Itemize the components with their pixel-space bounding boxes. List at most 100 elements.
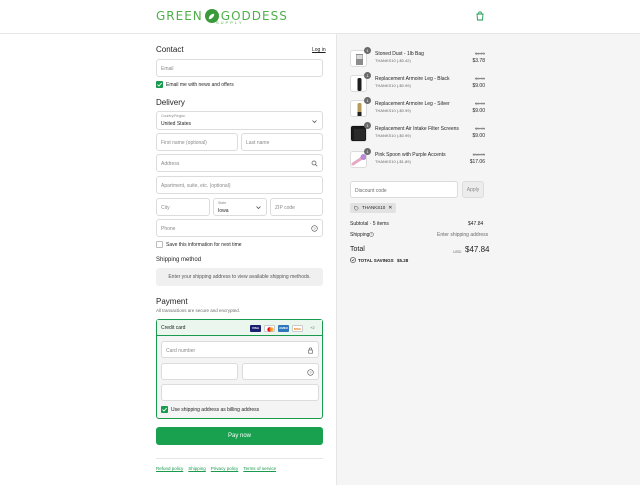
svg-text:?: ? bbox=[309, 370, 312, 375]
last-name-placeholder: Last name bbox=[246, 140, 270, 146]
chevron-down-icon bbox=[312, 120, 317, 124]
discount-code-text: THANKS10 bbox=[362, 205, 386, 210]
discount-code-input[interactable]: Discount code bbox=[350, 181, 458, 198]
shipping-policy-link[interactable]: Shipping bbox=[188, 466, 206, 471]
credit-card-panel: Credit card VISA AMEX DISC +2 Card numbe… bbox=[156, 319, 323, 419]
product-name: Stoned Dust - 1lb Bag bbox=[375, 51, 424, 57]
shopping-bag-icon[interactable] bbox=[475, 11, 485, 21]
mastercard-icon bbox=[264, 325, 275, 332]
shipping-method-notice: Enter your shipping address to view avai… bbox=[156, 268, 323, 286]
header: GREEN GODDESS SUPPLY bbox=[0, 0, 640, 34]
zip-field[interactable]: ZIP code bbox=[270, 198, 323, 216]
total-label: Total bbox=[350, 246, 365, 253]
apartment-placeholder: Apartment, suite, etc. (optional) bbox=[161, 183, 231, 189]
privacy-policy-link[interactable]: Privacy policy bbox=[211, 466, 239, 471]
total-value: $47.84 bbox=[465, 245, 490, 254]
credit-card-option[interactable]: Credit card VISA AMEX DISC +2 bbox=[157, 320, 322, 336]
state-label: State bbox=[218, 201, 227, 205]
product-name: Replacement Armoire Leg - Black bbox=[375, 76, 450, 82]
quantity-badge: 1 bbox=[364, 148, 371, 155]
final-price: $9.00 bbox=[472, 108, 485, 114]
quantity-badge: 1 bbox=[364, 72, 371, 79]
state-value: Iowa bbox=[218, 208, 229, 214]
discount-code-placeholder: Discount code bbox=[355, 188, 387, 194]
expiration-field[interactable] bbox=[161, 363, 238, 380]
phone-field[interactable]: Phone ? bbox=[156, 219, 323, 237]
country-select[interactable]: Country/Region United States bbox=[156, 111, 323, 130]
subtotal-value: $47.84 bbox=[468, 221, 484, 227]
final-price: $3.78 bbox=[472, 58, 485, 64]
more-brands-badge: +2 bbox=[310, 325, 315, 330]
help-circle-icon[interactable]: ? bbox=[369, 232, 374, 237]
apply-discount-button[interactable]: Apply bbox=[462, 181, 484, 198]
pay-now-button[interactable]: Pay now bbox=[156, 427, 323, 445]
help-circle-icon[interactable]: ? bbox=[311, 225, 318, 232]
logo-text-green: GREEN bbox=[156, 9, 203, 23]
shipping-label: Shipping bbox=[350, 232, 370, 238]
email-placeholder: Email bbox=[161, 66, 174, 72]
address-field[interactable]: Address bbox=[156, 154, 323, 172]
terms-of-service-link[interactable]: Terms of service bbox=[243, 466, 276, 471]
quantity-badge: 1 bbox=[364, 47, 371, 54]
quantity-badge: 1 bbox=[364, 97, 371, 104]
card-number-field[interactable]: Card number bbox=[161, 341, 319, 358]
svg-text:?: ? bbox=[371, 233, 373, 237]
svg-text:?: ? bbox=[313, 226, 316, 231]
lock-icon bbox=[308, 347, 313, 354]
security-code-field[interactable]: ? bbox=[242, 363, 319, 380]
address-placeholder: Address bbox=[161, 161, 180, 167]
country-label: Country/Region bbox=[161, 114, 186, 118]
line-item: 1 Stoned Dust - 1lb Bag THANKS10 (-$0.42… bbox=[350, 47, 485, 72]
payment-subtitle: All transactions are secure and encrypte… bbox=[156, 308, 241, 313]
savings-tag-icon bbox=[350, 257, 356, 263]
first-name-field[interactable]: First name (optional) bbox=[156, 133, 238, 151]
final-price: $9.00 bbox=[472, 133, 485, 139]
news-checkbox[interactable] bbox=[156, 81, 163, 88]
product-discount: THANKS10 (-$0.99) bbox=[375, 133, 411, 138]
news-label: Email me with news and offers bbox=[166, 82, 234, 88]
delivery-title: Delivery bbox=[156, 98, 185, 107]
email-field[interactable]: Email bbox=[156, 59, 323, 77]
refund-policy-link[interactable]: Refund policy bbox=[156, 466, 183, 471]
billing-same-label: Use shipping address as billing address bbox=[171, 407, 260, 413]
line-item: 1 Pink Spoon with Purple Accents THANKS1… bbox=[350, 148, 485, 173]
country-value: United States bbox=[161, 121, 192, 127]
quantity-badge: 1 bbox=[364, 122, 371, 129]
remove-discount-icon[interactable]: ✕ bbox=[388, 203, 392, 213]
help-circle-icon[interactable]: ? bbox=[307, 369, 314, 376]
product-name: Replacement Air Intake Filter Screens bbox=[375, 126, 459, 132]
name-on-card-field[interactable] bbox=[161, 384, 319, 401]
city-placeholder: City bbox=[161, 205, 170, 211]
discover-icon: DISC bbox=[292, 325, 303, 332]
search-icon bbox=[311, 160, 318, 167]
amex-icon: AMEX bbox=[278, 325, 289, 332]
subtotal-label: Subtotal · 5 items bbox=[350, 221, 389, 227]
city-field[interactable]: City bbox=[156, 198, 210, 216]
product-name: Replacement Armoire Leg - Silver bbox=[375, 101, 450, 107]
login-link[interactable]: Log in bbox=[312, 47, 326, 53]
line-item: 1 Replacement Armoire Leg - Black THANKS… bbox=[350, 72, 485, 97]
shipping-method-title: Shipping method bbox=[156, 257, 202, 263]
payment-title: Payment bbox=[156, 297, 188, 306]
brand-logo[interactable]: GREEN GODDESS SUPPLY bbox=[156, 6, 288, 26]
footer-divider bbox=[156, 458, 323, 459]
shipping-value: Enter shipping address bbox=[437, 232, 489, 238]
apartment-field[interactable]: Apartment, suite, etc. (optional) bbox=[156, 176, 323, 194]
tag-icon bbox=[354, 205, 359, 211]
save-info-checkbox[interactable] bbox=[156, 241, 163, 248]
total-savings-label: TOTAL SAVINGS bbox=[358, 258, 394, 263]
state-select[interactable]: State Iowa bbox=[213, 198, 267, 216]
last-name-field[interactable]: Last name bbox=[241, 133, 323, 151]
first-name-placeholder: First name (optional) bbox=[161, 140, 207, 146]
applied-discount-tag: THANKS10 ✕ bbox=[350, 203, 397, 213]
credit-card-label: Credit card bbox=[161, 325, 186, 331]
visa-icon: VISA bbox=[250, 325, 261, 332]
product-discount: THANKS10 (-$1.89) bbox=[375, 159, 411, 164]
line-item: 1 Replacement Air Intake Filter Screens … bbox=[350, 122, 485, 147]
original-price: $9.99 bbox=[474, 126, 485, 131]
chevron-down-icon bbox=[256, 206, 261, 210]
final-price: $17.06 bbox=[469, 159, 485, 165]
billing-same-checkbox[interactable] bbox=[161, 406, 168, 413]
final-price: $9.00 bbox=[472, 83, 485, 89]
card-number-placeholder: Card number bbox=[166, 348, 196, 354]
